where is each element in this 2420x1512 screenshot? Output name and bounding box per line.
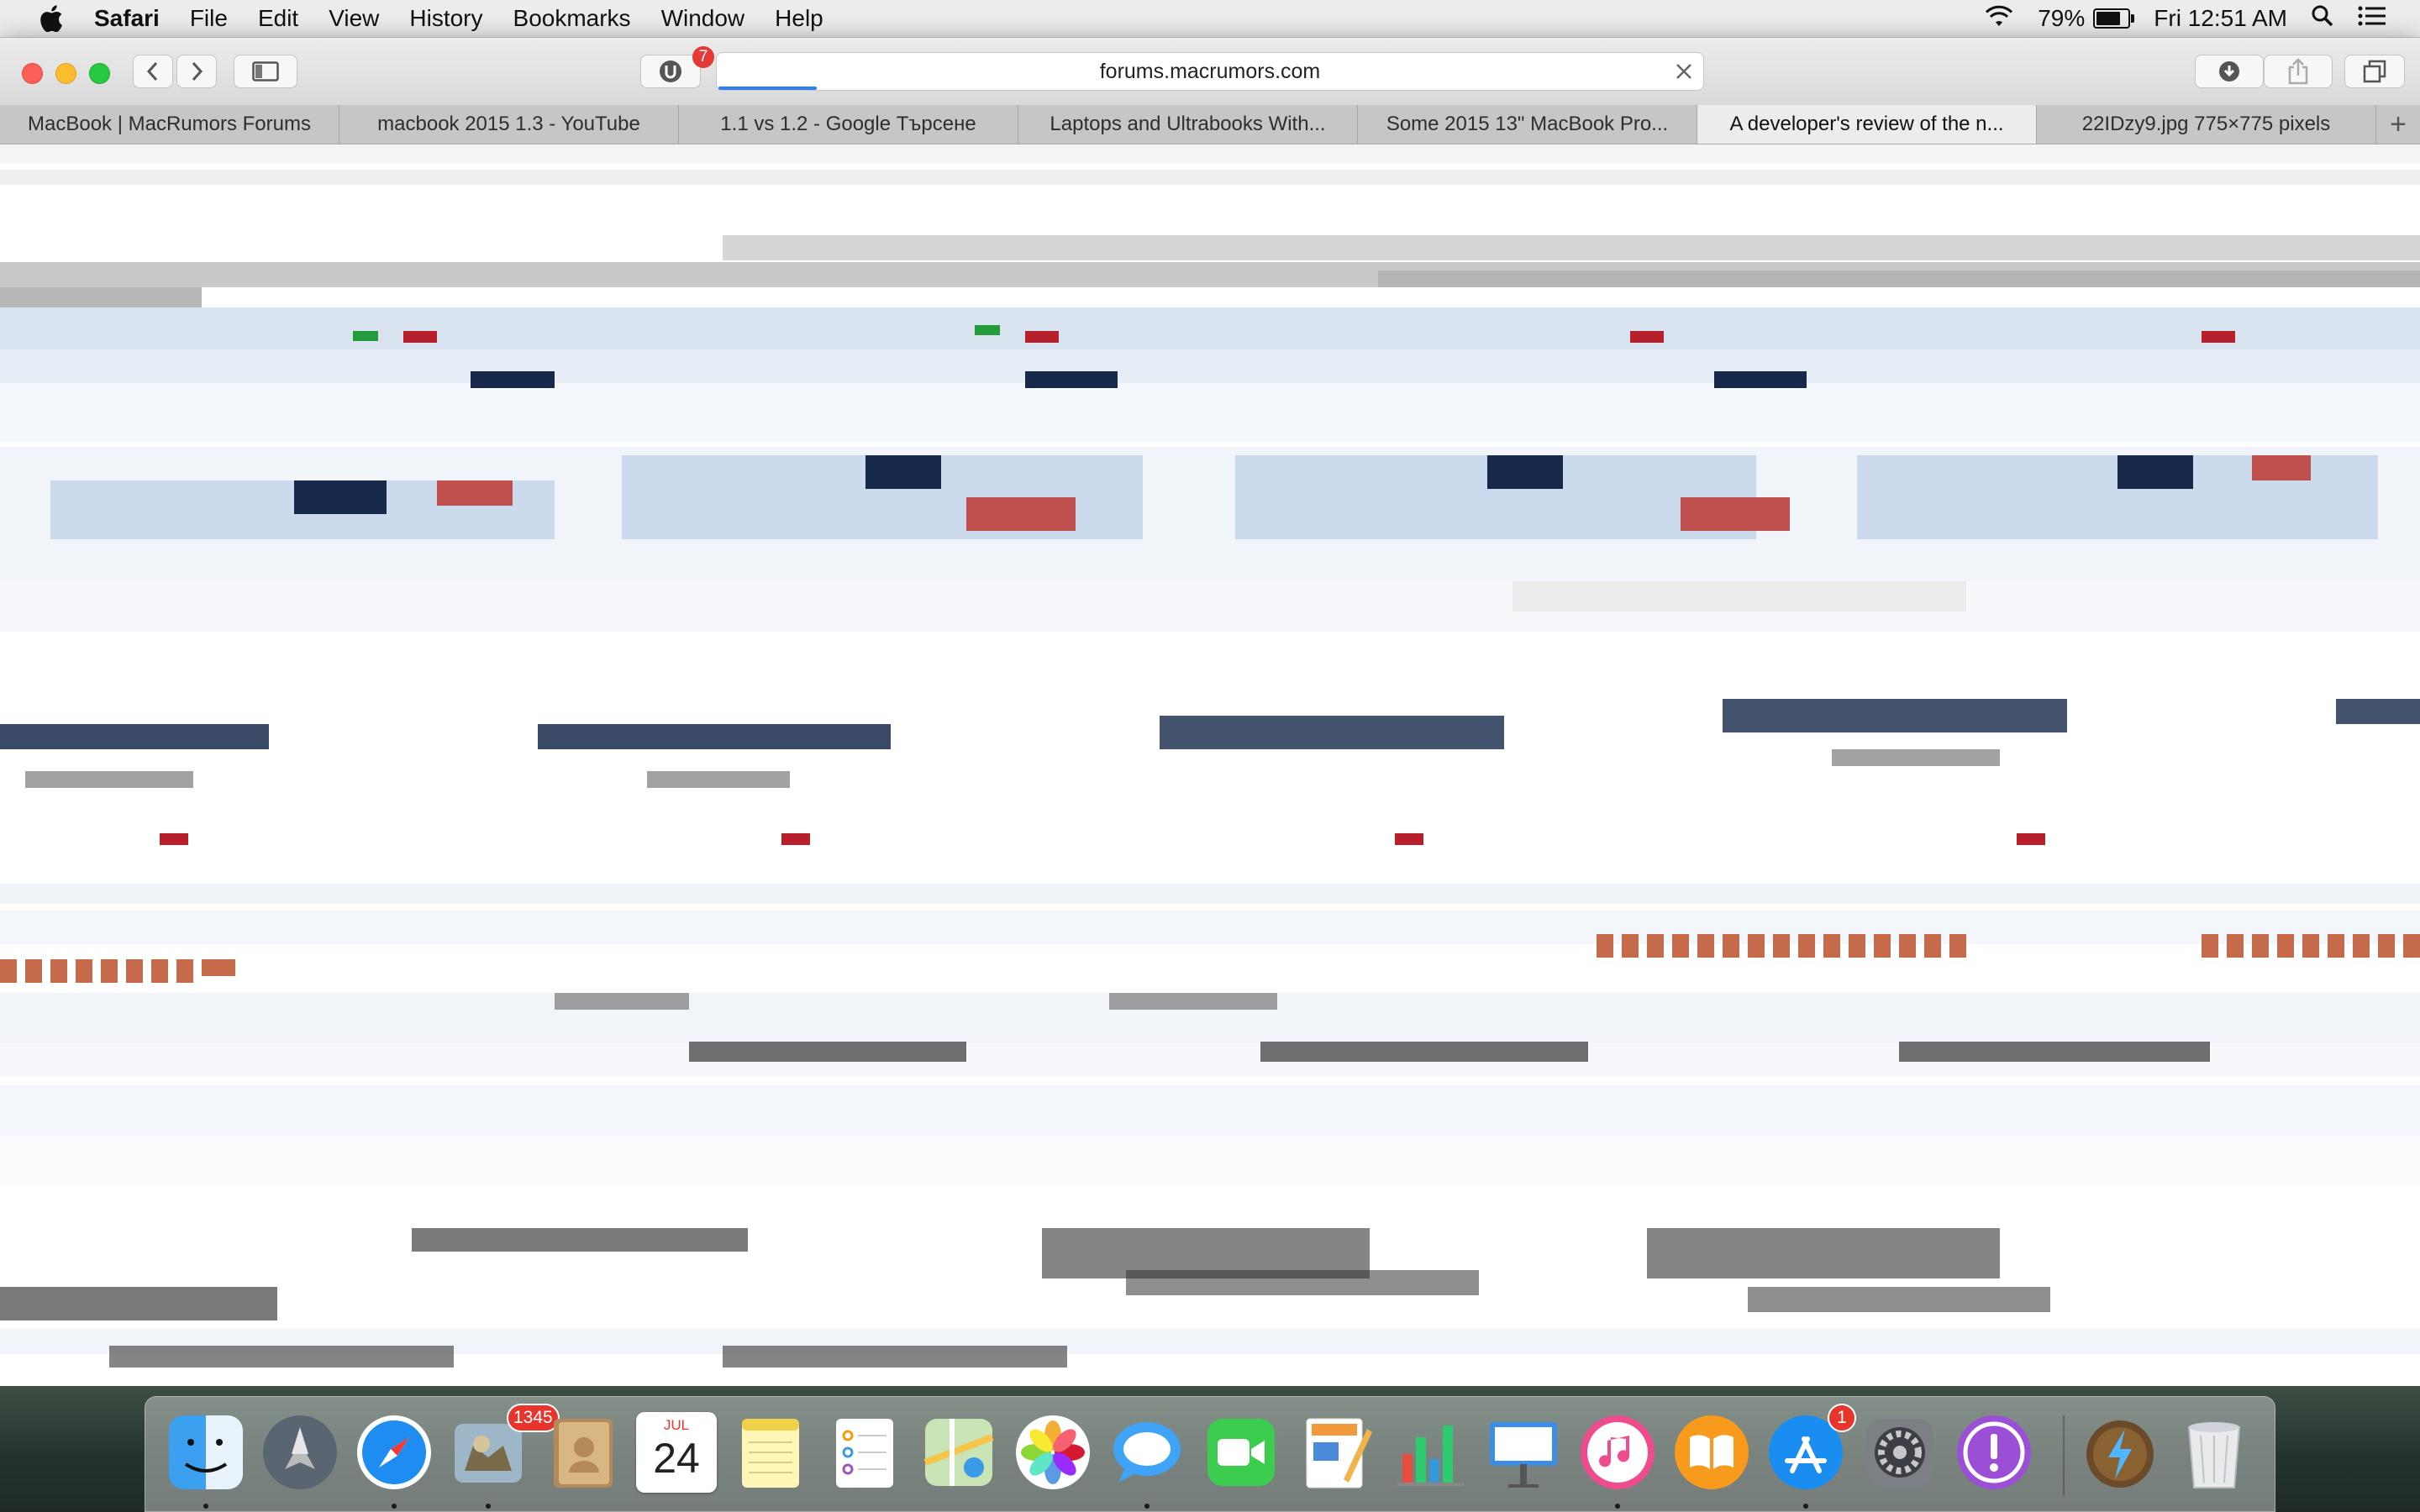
rendering-artifacts (0, 144, 2420, 1368)
battery-fill (2096, 12, 2121, 25)
safari-icon[interactable] (354, 1412, 434, 1493)
contacts-icon[interactable] (542, 1412, 623, 1493)
tab-laptops-ultrabooks[interactable]: Laptops and Ultrabooks With... (1018, 105, 1358, 144)
stop-loading-icon[interactable] (1673, 60, 1695, 82)
reminders-icon[interactable] (824, 1412, 905, 1493)
safari-window: 7 forums.macrumors.com MacBook | MacRumo… (0, 38, 2420, 1386)
finder-running-indicator (203, 1504, 208, 1509)
forward-button[interactable] (176, 55, 217, 88)
itunes-running-indicator (1615, 1504, 1620, 1509)
menu-edit[interactable]: Edit (243, 0, 313, 37)
menu-window[interactable]: Window (646, 0, 760, 37)
web-content-glitched[interactable] (0, 144, 2420, 1386)
itunes-icon[interactable] (1577, 1412, 1658, 1493)
numbers-icon[interactable] (1389, 1412, 1470, 1493)
system-preferences-icon[interactable] (1860, 1412, 1940, 1493)
feedback-assistant-icon[interactable] (1954, 1412, 2034, 1493)
app-store-running-indicator (1803, 1504, 1808, 1509)
calendar-month: JUL (663, 1417, 690, 1433)
dock: 1345 JUL 24 1 (145, 1396, 2275, 1512)
battery-icon (2093, 8, 2135, 29)
tab-macbook-pro-2015[interactable]: Some 2015 13" MacBook Pro... (1358, 105, 1697, 144)
show-all-tabs-button[interactable] (2344, 55, 2405, 88)
messages-running-indicator (1144, 1504, 1150, 1509)
menu-history[interactable]: History (394, 0, 497, 37)
apple-menu-icon[interactable] (34, 0, 69, 37)
tab-developer-review[interactable]: A developer's review of the n... (1697, 105, 2037, 144)
keynote-icon[interactable] (1483, 1412, 1564, 1493)
plus-icon: + (2390, 108, 2407, 140)
chevron-right-icon (192, 61, 203, 81)
dock-separator (2063, 1415, 2065, 1496)
reeder-icon[interactable] (2080, 1412, 2160, 1493)
calendar-icon[interactable]: JUL 24 (636, 1412, 717, 1493)
facetime-icon[interactable] (1201, 1412, 1281, 1493)
notification-center-icon[interactable] (2358, 5, 2386, 33)
battery-status[interactable]: 79% (2038, 5, 2135, 32)
close-window-button[interactable] (22, 63, 43, 84)
ublock-extension-button[interactable] (640, 55, 701, 88)
menubar-clock[interactable]: Fri 12:51 AM (2154, 5, 2287, 32)
menu-bar: Safari File Edit View History Bookmarks … (0, 0, 2420, 38)
download-icon (2219, 61, 2239, 81)
tab-bar: MacBook | MacRumors Forums macbook 2015 … (0, 105, 2420, 144)
trash-icon[interactable] (2174, 1412, 2254, 1493)
fullscreen-window-button[interactable] (89, 63, 110, 84)
wifi-icon[interactable] (1984, 4, 2014, 34)
tab-youtube[interactable]: macbook 2015 1.3 - YouTube (339, 105, 679, 144)
mail-running-indicator (486, 1504, 491, 1509)
messages-icon[interactable] (1107, 1412, 1187, 1493)
menu-file[interactable]: File (175, 0, 243, 37)
menu-help[interactable]: Help (760, 0, 839, 37)
spotlight-search-icon[interactable] (2311, 4, 2334, 34)
safari-toolbar: 7 forums.macrumors.com (0, 38, 2420, 106)
back-button[interactable] (133, 55, 173, 88)
tab-macbook-forums[interactable]: MacBook | MacRumors Forums (0, 105, 339, 144)
address-bar[interactable]: forums.macrumors.com (716, 52, 1704, 91)
notes-icon[interactable] (730, 1412, 811, 1493)
share-icon (2288, 58, 2308, 85)
page-load-progress (718, 87, 818, 90)
tab-google-search[interactable]: 1.1 vs 1.2 - Google Търсене (679, 105, 1018, 144)
chevron-left-icon (146, 61, 158, 81)
calendar-day: 24 (653, 1435, 700, 1482)
safari-running-indicator (392, 1504, 397, 1509)
share-button[interactable] (2264, 55, 2333, 88)
new-tab-button[interactable]: + (2376, 105, 2420, 144)
ublock-icon (660, 60, 681, 82)
photos-icon[interactable] (1013, 1412, 1093, 1493)
maps-icon[interactable] (918, 1412, 999, 1493)
address-url: forums.macrumors.com (1099, 59, 1321, 83)
app-store-updates-badge: 1 (1828, 1404, 1856, 1432)
downloads-button[interactable] (2195, 55, 2264, 88)
sidebar-toggle-button[interactable] (234, 55, 297, 88)
ibooks-icon[interactable] (1671, 1412, 1752, 1493)
finder-icon[interactable] (166, 1412, 246, 1493)
menu-view[interactable]: View (313, 0, 394, 37)
pages-icon[interactable] (1295, 1412, 1376, 1493)
extension-badge: 7 (692, 46, 714, 68)
menu-bookmarks[interactable]: Bookmarks (498, 0, 646, 37)
sidebar-icon (252, 61, 279, 81)
tab-image-jpg[interactable]: 22IDzy9.jpg 775×775 pixels (2037, 105, 2376, 144)
app-menu-safari[interactable]: Safari (94, 0, 175, 37)
tabs-overview-icon (2363, 60, 2386, 83)
minimize-window-button[interactable] (55, 63, 76, 84)
launchpad-icon[interactable] (260, 1412, 340, 1493)
battery-percent: 79% (2038, 5, 2086, 31)
